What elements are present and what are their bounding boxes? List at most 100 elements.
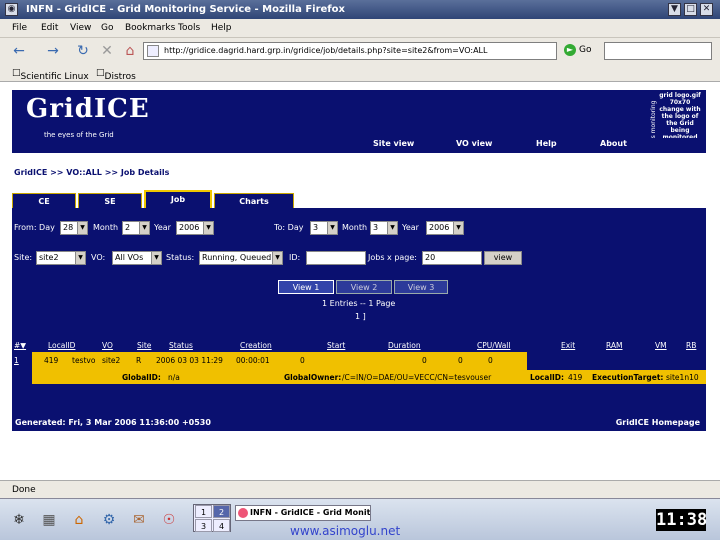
- col-start[interactable]: Start: [327, 341, 345, 350]
- site-select[interactable]: site2 ▼: [36, 251, 86, 265]
- menu-file[interactable]: File: [12, 23, 27, 33]
- to-year-select[interactable]: 2006 ▼: [426, 221, 464, 235]
- desktop-icon[interactable]: ▦: [38, 509, 60, 531]
- menu-bookmarks[interactable]: Bookmarks: [125, 23, 175, 33]
- view-button[interactable]: view: [484, 251, 522, 265]
- search-input[interactable]: [604, 42, 712, 60]
- col-exit[interactable]: Exit: [561, 341, 575, 350]
- view-tab-2[interactable]: View 2: [336, 280, 392, 294]
- vo-label: VO:: [91, 253, 106, 262]
- page-icon: [147, 45, 159, 57]
- from-day-label: From: Day: [14, 223, 55, 232]
- maximize-icon[interactable]: □: [684, 3, 697, 16]
- grid-logo-placeholder: grid logo.gif 70x70 change with the logo…: [659, 92, 701, 141]
- status-bar: Done: [0, 480, 720, 498]
- status-select[interactable]: Running, Queued ▼: [199, 251, 283, 265]
- pager-desktop-1[interactable]: 1: [195, 505, 212, 518]
- forward-icon[interactable]: →: [44, 42, 62, 60]
- vo-select[interactable]: All VOs ▼: [112, 251, 162, 265]
- to-month-label: Month: [342, 223, 368, 232]
- col-vo[interactable]: VO: [102, 341, 113, 350]
- page-number[interactable]: 1 ]: [355, 312, 366, 321]
- url-text: http://gridice.dagrid.hard.grp.in/gridic…: [164, 46, 488, 55]
- tab-job[interactable]: Job: [144, 190, 212, 208]
- window-title: INFN - GridICE - Grid Monitoring Service…: [26, 4, 345, 15]
- help-icon[interactable]: ☉: [158, 509, 180, 531]
- nav-site-view[interactable]: Site view: [373, 139, 414, 148]
- close-icon[interactable]: ✕: [700, 3, 713, 16]
- jobs-per-page-input[interactable]: 20: [422, 251, 482, 265]
- col-rb[interactable]: RB: [686, 341, 696, 350]
- nav-vo-view[interactable]: VO view: [456, 139, 492, 148]
- gridice-homepage-link[interactable]: GridICE Homepage: [616, 418, 700, 427]
- executiontarget-label: ExecutionTarget:: [592, 373, 664, 382]
- view-tab-1[interactable]: View 1: [278, 280, 334, 294]
- col-ram[interactable]: RAM: [606, 341, 623, 350]
- firefox-icon: ◉: [5, 3, 18, 16]
- cell-duration: 0: [422, 356, 427, 365]
- table-row[interactable]: 419 testvo site2 R 2006 03 03 11:29 00:0…: [32, 352, 527, 370]
- nav-help[interactable]: Help: [536, 139, 557, 148]
- nav-about[interactable]: About: [600, 139, 627, 148]
- tab-ce[interactable]: CE: [12, 193, 76, 208]
- go-button[interactable]: ► Go: [564, 44, 591, 56]
- breadcrumb: GridICE >> VO::ALL >> Job Details: [14, 168, 170, 177]
- view-tab-3[interactable]: View 3: [394, 280, 448, 294]
- taskbar-window-item[interactable]: INFN - GridICE - Grid Monit: [235, 505, 371, 521]
- reload-icon[interactable]: ↻: [74, 42, 92, 60]
- site-label: Site:: [14, 253, 33, 262]
- clock[interactable]: 11:38: [656, 509, 707, 531]
- jobs-per-page-label: Jobs x page:: [368, 253, 417, 262]
- from-month-select[interactable]: 2 ▼: [122, 221, 150, 235]
- menu-view[interactable]: View: [70, 23, 91, 33]
- vertical-caption: is monitoring: [650, 100, 657, 140]
- tab-se[interactable]: SE: [78, 193, 142, 208]
- row-number-link[interactable]: 1: [14, 356, 19, 365]
- cell-site: site2: [102, 356, 121, 365]
- to-month-select[interactable]: 3 ▼: [370, 221, 398, 235]
- pager-desktop-2[interactable]: 2: [213, 505, 230, 518]
- col-status[interactable]: Status: [169, 341, 193, 350]
- col-cpu-wall[interactable]: CPU/Wall: [477, 341, 510, 350]
- to-day-select[interactable]: 3 ▼: [310, 221, 338, 235]
- cell-wall: 0: [488, 356, 493, 365]
- from-day-select[interactable]: 28 ▼: [60, 221, 88, 235]
- menu-go[interactable]: Go: [101, 23, 113, 33]
- stop-icon[interactable]: ✕: [98, 42, 116, 60]
- col-localid[interactable]: LocalID: [48, 341, 75, 350]
- menu-help[interactable]: Help: [211, 23, 232, 33]
- desktop-pager[interactable]: 1 2 3 4: [193, 504, 231, 532]
- mail-icon[interactable]: ✉: [128, 509, 150, 531]
- to-day-label: To: Day: [274, 223, 304, 232]
- pager-desktop-3[interactable]: 3: [195, 519, 212, 532]
- col-site[interactable]: Site: [137, 341, 151, 350]
- job-detail-row: GlobalID: n/a GlobalOwner: /C=IN/O=DAE/O…: [32, 370, 706, 384]
- id-input[interactable]: [306, 251, 366, 265]
- status-label: Status:: [166, 253, 195, 262]
- cell-vo: testvo: [72, 356, 96, 365]
- back-icon[interactable]: ←: [10, 42, 28, 60]
- home-folder-icon[interactable]: ⌂: [68, 509, 90, 531]
- tab-charts[interactable]: Charts: [214, 193, 294, 208]
- pager-desktop-4[interactable]: 4: [213, 519, 230, 532]
- cell-duration-short: 00:00:01: [236, 356, 270, 365]
- menu-tools[interactable]: Tools: [178, 23, 200, 33]
- window-titlebar[interactable]: ◉ INFN - GridICE - Grid Monitoring Servi…: [0, 0, 720, 19]
- col-duration[interactable]: Duration: [388, 341, 421, 350]
- bookmark-distros[interactable]: □ Distros: [96, 68, 136, 82]
- menu-edit[interactable]: Edit: [41, 23, 58, 33]
- konqueror-icon[interactable]: ⚙: [98, 509, 120, 531]
- bookmark-scientific-linux[interactable]: □ Scientific Linux: [12, 68, 89, 82]
- status-text: Done: [12, 485, 36, 495]
- col-number[interactable]: #▼: [14, 341, 26, 350]
- globalid-value: n/a: [168, 373, 180, 382]
- from-year-select[interactable]: 2006 ▼: [176, 221, 214, 235]
- go-label: Go: [579, 45, 592, 55]
- home-icon[interactable]: ⌂: [121, 42, 139, 60]
- url-field[interactable]: http://gridice.dagrid.hard.grp.in/gridic…: [143, 42, 557, 60]
- col-vm[interactable]: VM: [655, 341, 667, 350]
- minimize-icon[interactable]: ▼: [668, 3, 681, 16]
- from-month-label: Month: [93, 223, 119, 232]
- col-creation[interactable]: Creation: [240, 341, 272, 350]
- kde-menu-icon[interactable]: ❄: [8, 509, 30, 531]
